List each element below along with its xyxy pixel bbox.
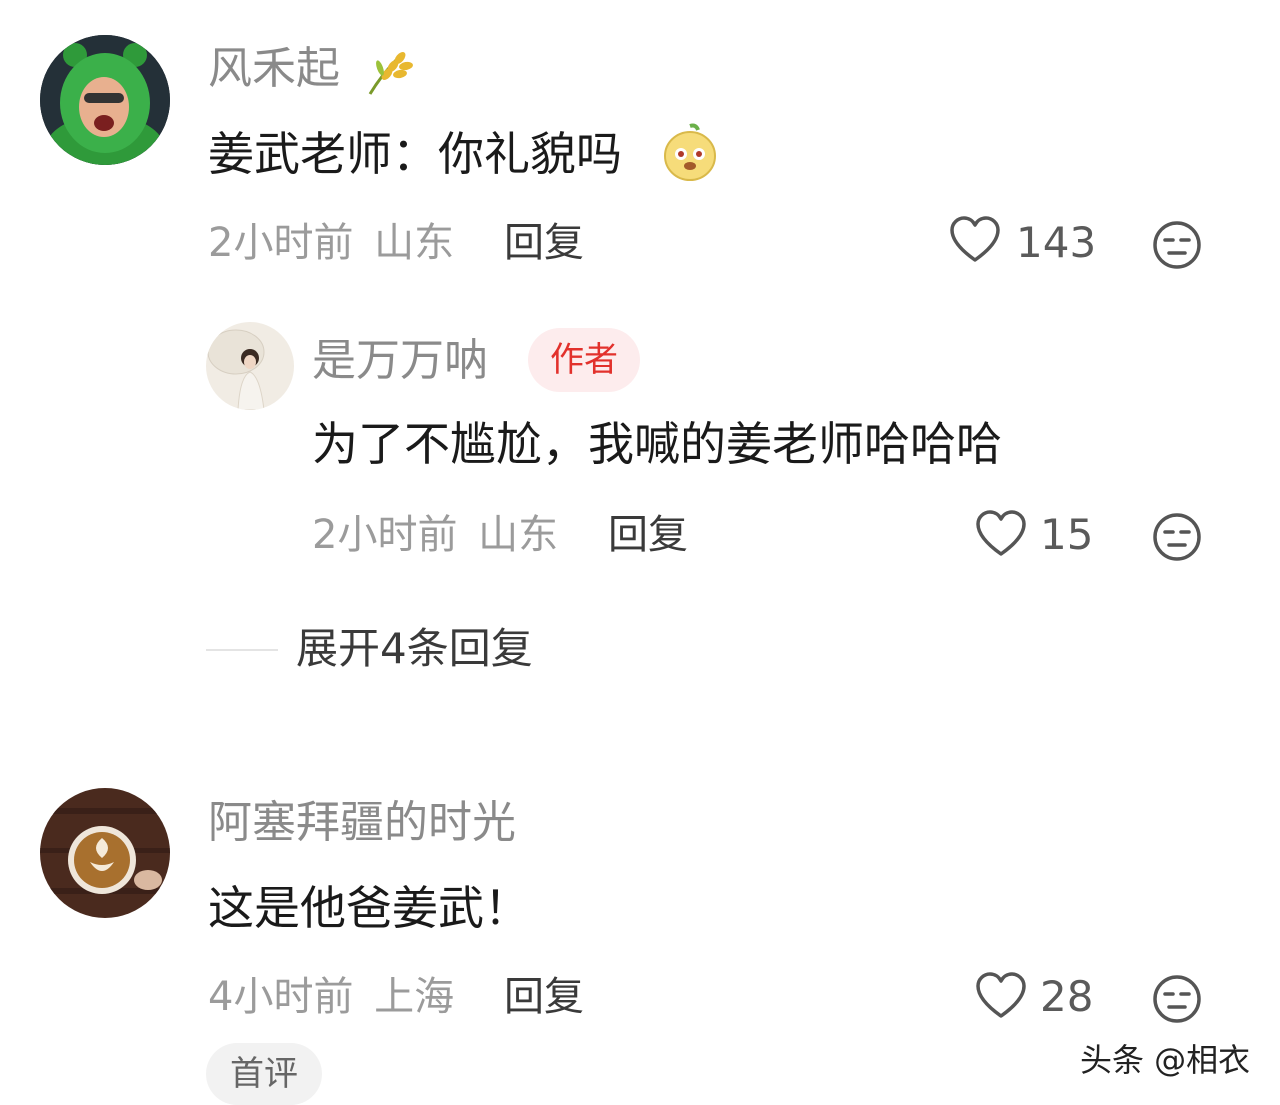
comment-time: 4小时前 (208, 974, 354, 1020)
sticker-emoji-icon (662, 122, 718, 182)
dislike-face-icon[interactable] (1152, 512, 1202, 566)
comment-location: 上海 (374, 974, 455, 1020)
comment-timestamp: 4小时前 上海 (208, 972, 454, 1022)
heart-icon (976, 972, 1026, 1018)
author-badge: 作者 (528, 328, 640, 392)
reply-timestamp: 2小时前 山东 (312, 510, 558, 560)
comment-timestamp: 2小时前 山东 (208, 218, 454, 268)
like-count: 28 (1040, 972, 1094, 1021)
avatar[interactable] (40, 35, 170, 165)
like-button[interactable] (948, 214, 1002, 268)
heart-icon (976, 510, 1026, 556)
comment-text: 姜武老师：你礼貌吗 (208, 127, 622, 181)
expand-divider (206, 649, 278, 651)
like-count: 143 (1016, 218, 1097, 267)
reply-button[interactable]: 回复 (504, 218, 584, 268)
comment-username[interactable]: 风禾起 (208, 42, 340, 96)
reply-avatar[interactable] (206, 322, 294, 410)
reply-time: 2小时前 (312, 512, 458, 558)
reply-username[interactable]: 是万万呐 (312, 334, 488, 388)
avatar-image (40, 35, 170, 165)
dislike-face-icon[interactable] (1152, 974, 1202, 1028)
first-comment-badge: 首评 (206, 1043, 322, 1105)
expand-replies-button[interactable]: 展开4条回复 (296, 622, 533, 676)
like-button[interactable] (974, 508, 1028, 566)
dislike-face-icon[interactable] (1152, 220, 1202, 274)
avatar[interactable] (40, 788, 170, 918)
avatar-image (40, 788, 170, 918)
wheat-icon (360, 44, 416, 100)
watermark: 头条 @相衣 (1080, 1041, 1251, 1079)
reply-location: 山东 (478, 512, 559, 558)
comment-time: 2小时前 (208, 220, 354, 266)
comment-username[interactable]: 阿塞拜疆的时光 (208, 796, 516, 850)
reply-button[interactable]: 回复 (608, 510, 688, 560)
avatar-image (206, 322, 294, 410)
reply-button[interactable]: 回复 (504, 972, 584, 1022)
comment-text: 这是他爸姜武！ (208, 881, 530, 935)
reply-text: 为了不尴尬，我喊的姜老师哈哈哈 (312, 417, 1002, 471)
like-button[interactable] (974, 970, 1028, 1028)
like-count: 15 (1040, 510, 1094, 559)
heart-icon (950, 216, 1000, 262)
comment-location: 山东 (374, 220, 455, 266)
